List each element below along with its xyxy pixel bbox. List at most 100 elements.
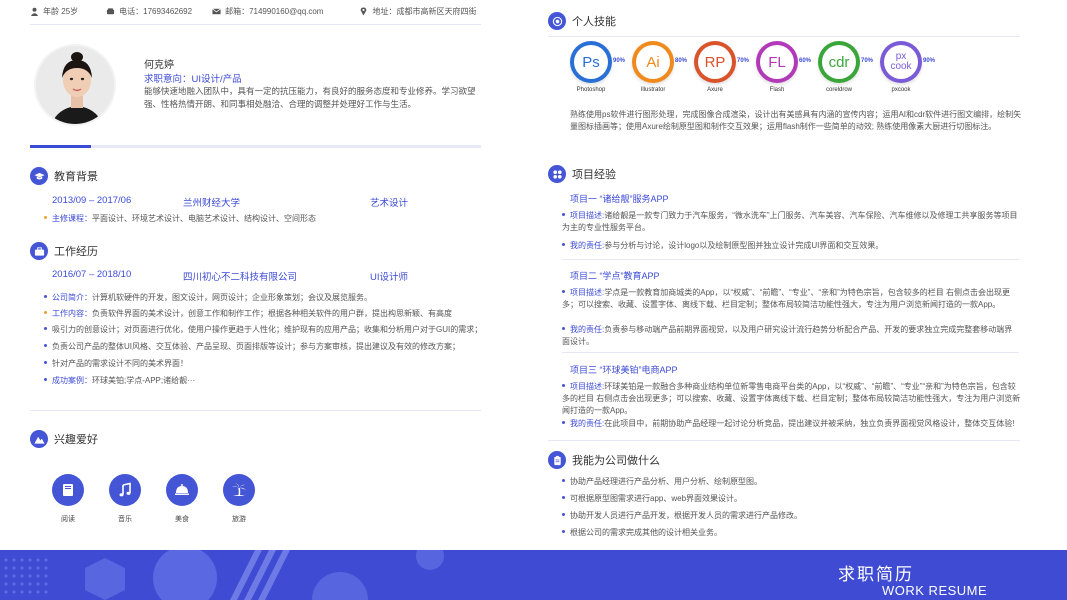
bullet [44,295,47,299]
skill-name: coreldrow [825,87,852,93]
skill-name: Flash [769,87,785,93]
bullet [562,290,565,294]
skill-abbr: cdr [822,45,856,79]
work-divider [30,410,481,411]
address-text: 地址：成都市高新区天府四街 [372,7,477,16]
education-major: 艺术设计 [370,198,409,209]
project-divider [562,352,1019,353]
education-period: 2013/09 – 2017/06 [52,195,132,206]
avatar-photo [36,46,114,124]
profile-progress-fill [30,145,91,148]
contact-info-row: 年龄 25岁 电话：17693462692 邮箱：714990160@qq.co… [30,6,496,17]
work-heading: 工作经历 [30,242,98,260]
education-courses: 主修课程：平面设计、环境艺术设计、电脑艺术设计、结构设计、空间形态 [44,213,316,225]
skill-name: Axure [707,87,723,93]
duty-text: 负责参与移动端产品前期界面视觉，以及用户研究设计流行趋势分析配合产品、开发的要求… [562,325,1013,346]
clipboard-icon [548,451,566,469]
work-line4: 负责公司产品的整体UI风格、交互体验、产品呈现、页面排版等设计；参与方案审核，提… [44,341,460,353]
grid-icon [548,165,566,183]
candidate-name: 何克婷 [144,60,174,71]
work-role: UI设计师 [370,272,409,283]
desc-label: 项目描述: [570,382,605,391]
bullet [562,384,565,388]
book-icon [52,474,84,506]
hobby-label: 旅游 [232,516,246,523]
project-2-desc: 项目描述:学点是一款教育加商城类的App，以“权威”、“前瞻”、“专业”、“亲和… [562,287,1018,311]
project-1-duty: 我的责任:参与分析与讨论，设计logo以及绘制原型图并独立设计完成UI界面和交互… [562,240,1018,252]
cases-text: 环球美铂;学点-APP;诸给靓··· [92,376,196,385]
duty-text: 参与分析与讨论，设计logo以及绘制原型图并独立设计完成UI界面和交互效果。 [604,241,884,250]
bullet [44,361,47,365]
skill-logo-icon: Ai [632,41,674,83]
skill-name: pxcook [891,87,911,93]
desc-text: 环球美铂是一款融合多种商业结构单位新零售电商平台类的App，以“权威”、“前瞻”… [562,382,1021,415]
work-company: 四川初心不二科技有限公司 [183,272,298,283]
profile-progress-bar [30,145,481,148]
contribute-item: 协助产品经理进行产品分析、用户分析、绘制原型图。 [562,476,762,488]
line5-text: 针对产品的需求设计不同的美术界面！ [52,359,188,368]
education-title: 教育背景 [54,171,98,183]
hobby-food: 美食 [165,474,199,524]
job-intent: 求职意向：UI设计/产品 [144,74,242,85]
footer-banner: 求职简历 WORK RESUME [0,550,1067,600]
project-2-duty: 我的责任:负责参与移动端产品前期界面视觉，以及用户研究设计流行趋势分析配合产品、… [562,324,1018,348]
skill-logo-icon: Ps [570,41,612,83]
courses-text: 平面设计、环境艺术设计、电脑艺术设计、结构设计、空间形态 [92,214,316,223]
work-cases: 成功案例：环球美铂;学点-APP;诸给靓··· [44,375,195,387]
cases-label: 成功案例： [52,376,92,385]
age-item: 年龄 25岁 [30,6,78,17]
work-content: 工作内容：负责软件界面的美术设计，创意工作和制作工作；根据各种相关软件的用户群，… [44,308,452,320]
bullet [562,513,565,517]
email-text[interactable]: 邮箱：714990160@qq.com [225,6,323,17]
skill-logo-icon: cdr [818,41,860,83]
target-icon [548,12,566,30]
content-text: 负责软件界面的美术设计，创意工作和制作工作；根据各种相关软件的用户群，提出构思新… [92,309,452,318]
hobbies-heading: 兴趣爱好 [30,430,98,448]
desc-label: 项目描述: [570,288,605,297]
project-3-title: 项目三 “环球美铂”电商APP [570,365,678,375]
work-line5: 针对产品的需求设计不同的美术界面！ [44,358,188,370]
bullet [44,216,47,220]
skills-divider [548,36,1020,37]
work-title: 工作经历 [54,246,98,258]
mountain-icon [30,430,48,448]
bullet [44,327,47,331]
briefcase-icon [30,242,48,260]
project-3-desc: 项目描述:环球美铂是一款融合多种商业结构单位新零售电商平台类的App，以“权威”… [562,381,1022,417]
contribute-item: 根据公司的需求完成其他的设计相关业务。 [562,527,722,539]
hobbies-title: 兴趣爱好 [54,434,98,446]
email-item: 邮箱：714990160@qq.com [212,6,323,17]
palm-tree-icon [223,474,255,506]
projects-divider [548,440,1020,441]
work-line3: 吸引力的创意设计；对页面进行优化，使用户操作更趋于人性化；维护现有的应用产品；收… [44,324,482,336]
hobby-label: 阅读 [61,516,75,523]
education-heading: 教育背景 [30,167,98,185]
skill-abbr: Ai [636,45,670,79]
contribute-heading: 我能为公司做什么 [548,451,660,469]
content-label: 工作内容： [52,309,92,318]
project-2-title: 项目二 “学点”教育APP [570,271,660,281]
contribute-item: 协助开发人员进行产品开发，根据开发人员的需求进行产品修改。 [562,510,802,522]
desc-text: 诸给靓是一款专门致力于汽车服务，“微水洗车”上门服务、汽车美容、汽车保险、汽车维… [562,211,1018,232]
contribute-text: 协助产品经理进行产品分析、用户分析、绘制原型图。 [570,477,762,486]
contribute-text: 协助开发人员进行产品开发，根据开发人员的需求进行产品修改。 [570,511,802,520]
duty-label: 我的责任: [570,241,605,250]
hobby-travel: 旅游 [222,474,256,524]
footer-subtitle: WORK RESUME [882,583,988,598]
intro-text: 计算机软硬件的开发，图文设计，网页设计；企业形象策划；会议及展览服务。 [92,293,372,302]
projects-heading: 项目经验 [548,165,616,183]
desc-text: 学点是一款教育加商城类的App，以“权威”、“前瞻”、“专业”、“亲和”为特色宗… [562,288,1010,309]
hobby-reading: 阅读 [51,474,85,524]
bullet [562,421,565,425]
line4-text: 负责公司产品的整体UI风格、交互体验、产品呈现、页面排版等设计；参与方案审核，提… [52,342,460,351]
skill-abbr: px cook [884,45,918,79]
skills-title: 个人技能 [572,16,616,28]
bullet [44,311,47,315]
age-text: 年龄 25岁 [43,7,79,16]
duty-text: 在此项目中，前期协助产品经理一起讨论分析竞品，提出建议并被采纳，独立负责界面视觉… [604,419,1015,428]
music-note-icon [109,474,141,506]
phone-text[interactable]: 电话：17693462692 [119,6,192,17]
bullet [562,327,565,331]
work-intro: 公司简介：计算机软硬件的开发，图文设计，网页设计；企业形象策划；会议及展览服务。 [44,292,372,304]
self-introduction: 能够快速地融入团队中，具有一定的抗压能力，有良好的服务态度和专业修养。学习欲望强… [144,86,476,109]
